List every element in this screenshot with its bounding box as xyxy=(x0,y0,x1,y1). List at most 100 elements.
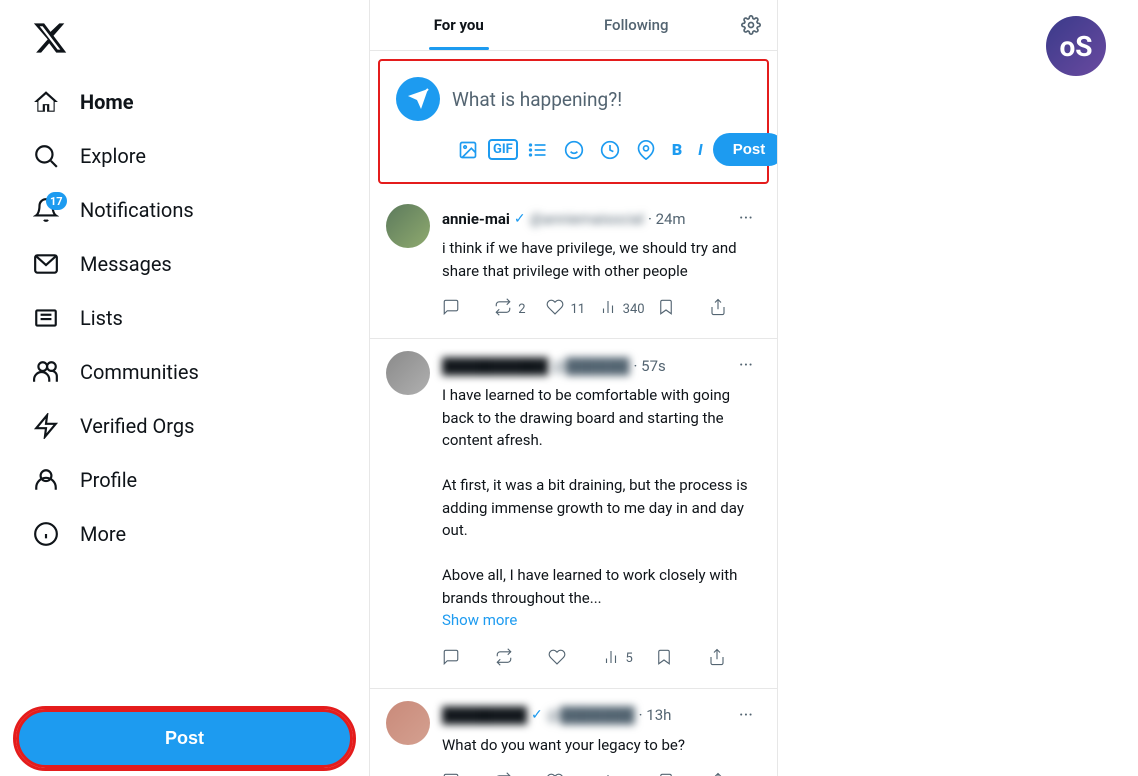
tweet-1-like[interactable]: 11 xyxy=(546,292,598,326)
sidebar-item-lists[interactable]: Lists xyxy=(16,292,353,344)
sidebar-item-profile[interactable]: Profile xyxy=(16,454,353,506)
main-content: For you Following What is happening?! GI… xyxy=(370,0,778,776)
tweet-1-header: annie-mai ✓ @anniemaisocial · 24m ··· xyxy=(442,204,761,233)
sidebar-item-explore[interactable]: Explore xyxy=(16,130,353,182)
tweet-1-avatar xyxy=(386,204,430,248)
sidebar-item-communities-label: Communities xyxy=(80,360,199,384)
tweet-3-text: What do you want your legacy to be? xyxy=(442,734,761,757)
tab-for-you[interactable]: For you xyxy=(370,0,548,50)
show-more-link[interactable]: Show more xyxy=(442,611,517,629)
profile-icon xyxy=(32,466,60,494)
tweet-1-like-count: 11 xyxy=(570,302,585,317)
settings-icon[interactable] xyxy=(725,3,777,47)
tab-following[interactable]: Following xyxy=(548,0,726,50)
image-tool[interactable] xyxy=(452,134,484,166)
emoji-tool[interactable] xyxy=(558,134,590,166)
tweet-2-reply[interactable] xyxy=(442,642,495,676)
sidebar: Home Explore Notifications 17 Messages xyxy=(0,0,370,776)
compose-post-button[interactable]: Post xyxy=(713,133,778,166)
tweet-3-name: ████████ xyxy=(442,706,527,724)
tweet-1-content: annie-mai ✓ @anniemaisocial · 24m ··· i … xyxy=(442,204,761,326)
share-icon-3 xyxy=(709,772,727,776)
tweet-1-actions: 2 11 340 xyxy=(442,292,761,326)
bookmark-icon xyxy=(657,298,675,320)
communities-icon xyxy=(32,358,60,386)
compose-placeholder[interactable]: What is happening?! xyxy=(452,88,751,111)
user-avatar[interactable]: oS xyxy=(1046,16,1106,76)
sidebar-item-messages-label: Messages xyxy=(80,252,172,276)
tweet-2-retweet[interactable] xyxy=(495,642,548,676)
tweet-2-time: · 57s xyxy=(634,357,666,375)
sidebar-item-notifications[interactable]: Notifications 17 xyxy=(16,184,353,236)
sidebar-item-lists-label: Lists xyxy=(80,306,123,330)
gif-tool[interactable]: GIF xyxy=(488,139,518,160)
tweet-3-more[interactable]: ··· xyxy=(731,701,761,730)
tweet-3-like[interactable]: 6 xyxy=(546,766,598,776)
post-button[interactable]: Post xyxy=(16,709,353,768)
tweet-1-author-row: annie-mai ✓ @anniemaisocial · 24m xyxy=(442,210,731,228)
schedule-tool[interactable] xyxy=(594,134,626,166)
sidebar-item-more[interactable]: More xyxy=(16,508,353,560)
tweet-1-views[interactable]: 340 xyxy=(599,292,657,326)
tweet-1-text: i think if we have privilege, we should … xyxy=(442,237,761,282)
tweet-3-verified: ✓ xyxy=(531,707,543,723)
retweet-icon xyxy=(494,298,512,320)
home-icon xyxy=(32,88,60,116)
tweet-3-reply[interactable]: 1 xyxy=(442,766,494,776)
tweet-2-handle: @██████ xyxy=(552,357,629,375)
tweet-2-share[interactable] xyxy=(708,642,761,676)
tweet-1-views-count: 340 xyxy=(623,302,645,317)
tweet-2-more[interactable]: ··· xyxy=(731,351,761,380)
sidebar-item-home-label: Home xyxy=(80,90,134,114)
sidebar-item-verified-orgs[interactable]: Verified Orgs xyxy=(16,400,353,452)
tweet-2-bookmark[interactable] xyxy=(655,642,708,676)
tweet-3-views[interactable]: 586 xyxy=(599,766,657,776)
bold-tool[interactable]: B xyxy=(666,134,688,165)
right-panel-inner: oS xyxy=(794,0,1122,12)
tabs-header: For you Following xyxy=(370,0,777,51)
sidebar-item-home[interactable]: Home xyxy=(16,76,353,128)
sidebar-nav: Home Explore Notifications 17 Messages xyxy=(16,76,353,697)
tweet-1-handle: @anniemaisocial xyxy=(530,210,644,228)
tweet-3[interactable]: ████████ ✓ @███████ · 13h ··· What do yo… xyxy=(370,689,777,776)
tweet-3-retweet[interactable]: 3 xyxy=(494,766,546,776)
sidebar-item-messages[interactable]: Messages xyxy=(16,238,353,290)
tweet-2-actions: 5 xyxy=(442,642,761,676)
sidebar-item-explore-label: Explore xyxy=(80,144,146,168)
search-icon xyxy=(32,142,60,170)
retweet-icon-2 xyxy=(495,648,513,670)
tweet-3-bookmark[interactable] xyxy=(657,766,709,776)
location-tool[interactable] xyxy=(630,134,662,166)
views-icon-3 xyxy=(599,772,617,776)
tweet-2-like[interactable] xyxy=(548,642,601,676)
tweet-2-text: I have learned to be comfortable with go… xyxy=(442,384,761,632)
tweet-3-share[interactable] xyxy=(709,766,761,776)
more-icon xyxy=(32,520,60,548)
tweet-1-bookmark[interactable] xyxy=(657,292,709,326)
tweet-3-time: · 13h xyxy=(639,706,672,724)
tweet-2-author-row: ██████████ @██████ · 57s xyxy=(442,357,731,375)
right-panel: oS xyxy=(778,0,1138,776)
tweet-1-retweet-count: 2 xyxy=(518,302,525,317)
sidebar-item-communities[interactable]: Communities xyxy=(16,346,353,398)
logo[interactable] xyxy=(16,8,353,72)
list-icon xyxy=(32,304,60,332)
retweet-icon-3 xyxy=(494,772,512,776)
list-tool[interactable] xyxy=(522,134,554,166)
italic-tool[interactable]: I xyxy=(692,134,709,165)
tweet-2-name: ██████████ xyxy=(442,357,548,375)
tweet-1[interactable]: annie-mai ✓ @anniemaisocial · 24m ··· i … xyxy=(370,192,777,339)
tweet-1-reply[interactable] xyxy=(442,292,494,326)
tweet-1-retweet[interactable]: 2 xyxy=(494,292,546,326)
tweet-1-time: · 24m xyxy=(648,210,686,228)
bookmark-icon-2 xyxy=(655,648,673,670)
compose-box: What is happening?! GIF B I Post xyxy=(378,59,769,184)
feed: annie-mai ✓ @anniemaisocial · 24m ··· i … xyxy=(370,192,777,776)
tweet-2-views[interactable]: 5 xyxy=(602,642,655,676)
tweet-1-share[interactable] xyxy=(709,292,761,326)
tweet-3-actions: 1 3 6 xyxy=(442,766,761,776)
bookmark-icon-3 xyxy=(657,772,675,776)
sidebar-item-notifications-label: Notifications xyxy=(80,198,194,222)
tweet-1-more[interactable]: ··· xyxy=(731,204,761,233)
tweet-2[interactable]: ██████████ @██████ · 57s ··· I have lear… xyxy=(370,339,777,689)
